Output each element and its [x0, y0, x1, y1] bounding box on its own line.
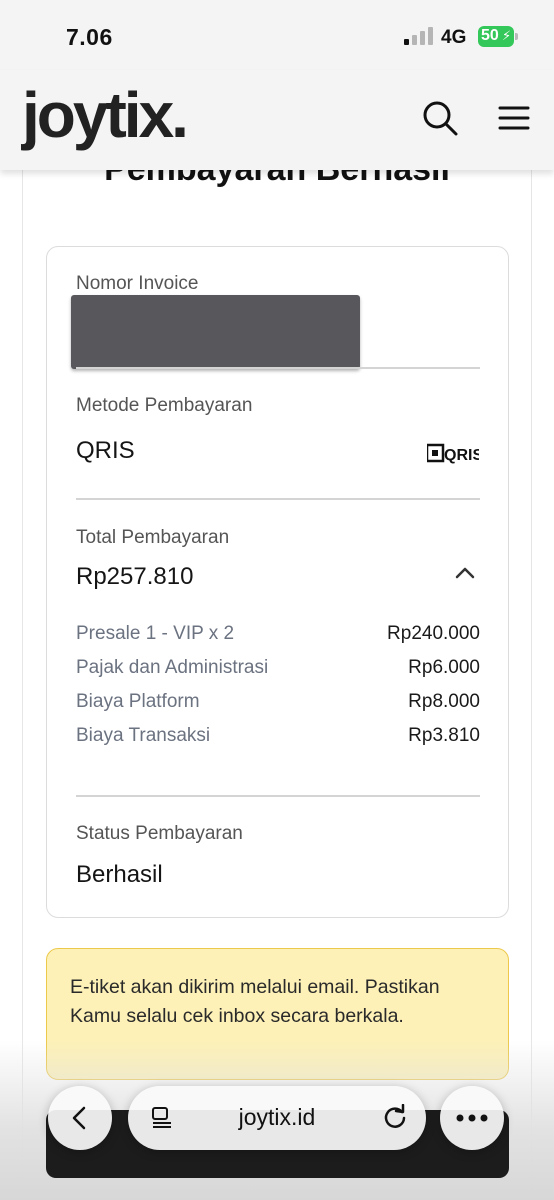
total-label: Total Pembayaran: [76, 527, 230, 548]
breakdown-item-amount: Rp240.000: [387, 623, 480, 644]
chevron-up-icon[interactable]: [455, 567, 475, 579]
breakdown-item-name: Presale 1 - VIP x 2: [76, 623, 235, 644]
breakdown-row: Pajak dan Administrasi Rp6.000: [76, 657, 480, 685]
notice-text: E-tiket akan dikirim melalui email. Past…: [70, 976, 440, 1027]
divider: [76, 498, 480, 500]
divider: [76, 795, 480, 797]
payment-details-card: Nomor Invoice Metode Pembayaran QRIS QRI…: [46, 246, 509, 918]
qris-logo-text: QRIS: [444, 447, 479, 464]
breakdown-item-name: Biaya Platform: [76, 691, 200, 712]
payment-status-value: Berhasil: [76, 861, 163, 888]
signal-icon: [404, 27, 434, 45]
back-button[interactable]: [48, 1086, 112, 1150]
status-bar: 7.06 4G 50 ⚡: [0, 0, 554, 70]
site-header: joytix.: [0, 70, 554, 170]
status-time: 7.06: [66, 24, 113, 50]
breakdown-item-amount: Rp8.000: [408, 691, 480, 712]
payment-status-label: Status Pembayaran: [76, 823, 243, 844]
breakdown-item-amount: Rp3.810: [408, 725, 480, 746]
reload-icon[interactable]: [382, 1104, 408, 1130]
total-value: Rp257.810: [76, 563, 194, 590]
chevron-left-icon: [72, 1106, 86, 1130]
qris-logo-icon: QRIS: [427, 443, 479, 464]
invoice-number-redacted: [71, 295, 360, 369]
browser-url-bar[interactable]: joytix.id: [128, 1086, 426, 1150]
hamburger-menu-icon[interactable]: [496, 100, 532, 136]
battery-icon: 50 ⚡: [478, 26, 518, 47]
breakdown-row: Biaya Transaksi Rp3.810: [76, 725, 480, 753]
breakdown-row: Presale 1 - VIP x 2 Rp240.000: [76, 623, 480, 651]
more-dots-icon: [456, 1114, 488, 1122]
network-type: 4G: [441, 27, 467, 48]
battery-level: 50: [481, 27, 499, 44]
breakdown-item-amount: Rp6.000: [408, 657, 480, 678]
breakdown-item-name: Pajak dan Administrasi: [76, 657, 269, 678]
joytix-logo[interactable]: joytix.: [22, 80, 189, 150]
breakdown-item-name: Biaya Transaksi: [76, 725, 211, 746]
more-options-button[interactable]: [440, 1086, 504, 1150]
search-icon[interactable]: [420, 98, 460, 138]
payment-method-label: Metode Pembayaran: [76, 395, 253, 416]
breakdown-row: Biaya Platform Rp8.000: [76, 691, 480, 719]
divider: [76, 367, 480, 369]
invoice-label: Nomor Invoice: [76, 273, 199, 294]
payment-method-value: QRIS: [76, 437, 135, 464]
